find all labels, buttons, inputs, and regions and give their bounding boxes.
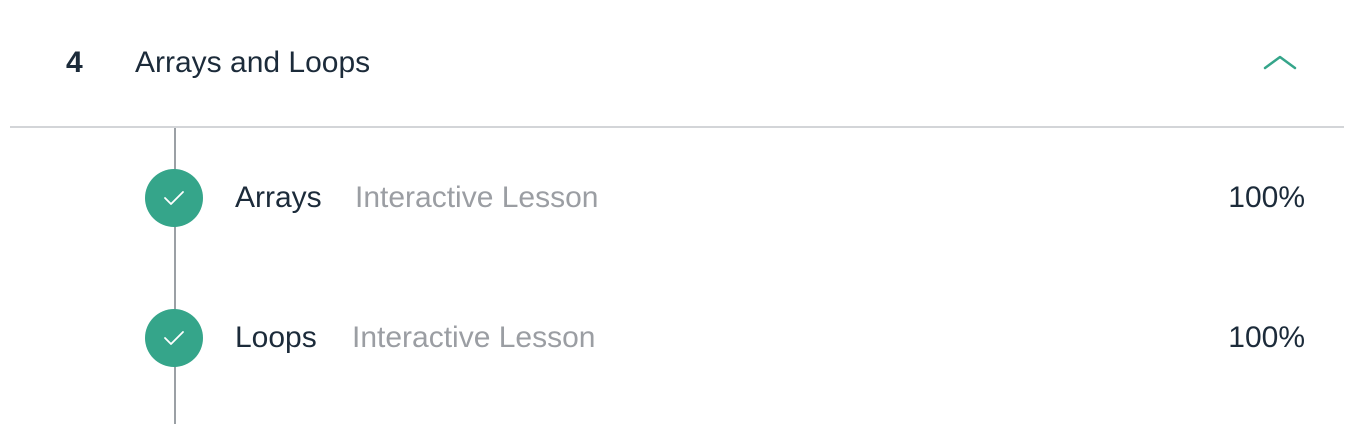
lesson-title: Loops [235, 321, 317, 354]
lesson-row-loops[interactable]: Loops Interactive Lesson 100% [145, 309, 1305, 369]
section-title: Arrays and Loops [135, 46, 371, 79]
chevron-up-icon[interactable] [1260, 48, 1300, 76]
lesson-progress: 100% [1228, 181, 1305, 214]
section-number: 4 [66, 46, 83, 79]
lesson-type: Interactive Lesson [352, 321, 596, 354]
lesson-title: Arrays [235, 181, 322, 214]
lesson-row-arrays[interactable]: Arrays Interactive Lesson 100% [145, 169, 1305, 229]
lesson-progress: 100% [1228, 321, 1305, 354]
check-icon [145, 169, 203, 227]
lesson-type: Interactive Lesson [355, 181, 599, 214]
section-header[interactable]: 4 Arrays and Loops [10, 0, 1344, 128]
check-icon [145, 309, 203, 367]
